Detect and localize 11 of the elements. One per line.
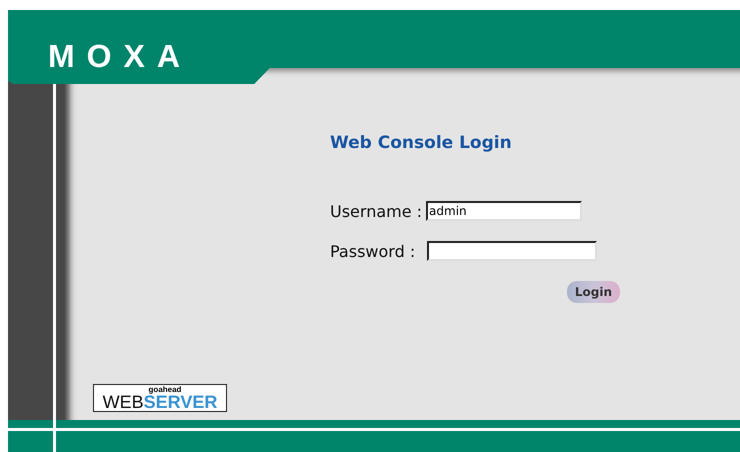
footer-bar (8, 431, 53, 452)
badge-text: WEB (102, 392, 144, 412)
login-button[interactable]: Login (566, 281, 620, 303)
badge-text: goahead (148, 386, 182, 394)
footer-bar (8, 420, 53, 428)
login-title: Web Console Login (330, 133, 513, 153)
logo: MOXA (48, 40, 192, 72)
field-label: Password : (330, 242, 416, 260)
input-field[interactable] (427, 241, 598, 261)
input-field[interactable]: admin (426, 201, 582, 221)
field-label: Username : (330, 202, 422, 220)
